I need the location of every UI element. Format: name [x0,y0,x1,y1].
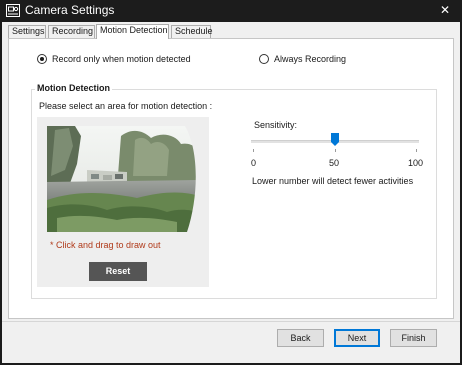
radio-always-recording[interactable]: Always Recording [259,54,346,64]
radio-indicator-selected [37,54,47,64]
camera-preview-image [47,126,199,232]
footer-separator [2,321,460,322]
draw-area-hint: * Click and drag to draw out [50,240,161,250]
group-title: Motion Detection [35,83,112,93]
sensitivity-note: Lower number will detect fewer activitie… [252,176,414,186]
detection-area-canvas[interactable]: * Click and drag to draw out Reset [37,117,209,287]
dialog-client-area: Settings Recording Motion Detection Sche… [2,22,460,363]
sensitivity-slider[interactable] [249,133,421,149]
camera-settings-window: Camera Settings ✕ Settings Recording Mot… [0,0,462,365]
scale-max-label: 100 [408,158,424,168]
slider-tick [253,149,254,152]
slider-tick [416,149,417,152]
radio-always-recording-label: Always Recording [274,54,347,64]
window-title: Camera Settings [25,3,115,17]
tab-settings[interactable]: Settings [8,25,46,38]
slider-ticks [249,149,421,153]
tab-motion-detection[interactable]: Motion Detection [96,24,169,39]
radio-record-on-motion-label: Record only when motion detected [52,54,191,64]
reset-button[interactable]: Reset [89,262,147,281]
back-button[interactable]: Back [277,329,324,347]
scale-min-label: 0 [251,158,257,168]
motion-detection-panel: Record only when motion detected Always … [8,38,454,319]
slider-thumb-icon[interactable] [330,133,339,146]
camera-settings-icon [6,4,20,17]
tab-schedule[interactable]: Schedule [171,25,213,38]
title-bar[interactable]: Camera Settings ✕ [0,0,462,22]
close-icon[interactable]: ✕ [436,2,454,20]
scale-mid-label: 50 [329,158,340,168]
next-button[interactable]: Next [334,329,380,347]
finish-button[interactable]: Finish [390,329,437,347]
sensitivity-label: Sensitivity: [254,120,298,130]
tab-recording[interactable]: Recording [48,25,95,38]
slider-tick [335,149,336,152]
radio-record-on-motion[interactable]: Record only when motion detected [37,54,191,64]
radio-indicator [259,54,269,64]
select-area-label: Please select an area for motion detecti… [39,101,213,111]
